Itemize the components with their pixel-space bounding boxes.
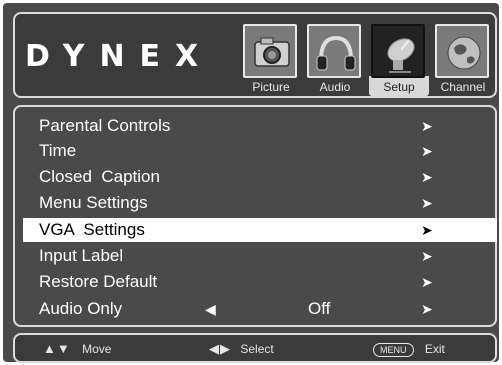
menu-item-label: Audio Only [39,299,123,318]
chevron-right-icon: ➤ [421,195,433,211]
chevron-right-icon: ➤ [421,169,433,185]
tab-setup[interactable]: Setup [369,22,429,96]
left-right-arrows-icon: ◀▶ [209,341,231,356]
menu-item-audio-only[interactable]: Audio Only ◀ Off ➤ [25,297,495,321]
menu-item-closed-caption[interactable]: Closed Caption ➤ [25,165,495,189]
tab-label: Picture [252,80,290,94]
menu-item-vga-settings[interactable]: VGA Settings ➤ [23,218,497,242]
headphones-icon [307,24,361,78]
chevron-right-icon[interactable]: ➤ [421,297,433,321]
menu-item-label: Menu Settings [39,193,148,212]
tab-label: Setup [383,80,415,94]
chevron-right-icon: ➤ [421,222,433,238]
menu-item-parental-controls[interactable]: Parental Controls ➤ [25,114,495,138]
brand-logo: DYNEX [25,39,214,74]
menu-item-input-label[interactable]: Input Label ➤ [25,244,495,268]
chevron-left-icon[interactable]: ◀ [205,297,216,321]
menu-item-label: Input Label [39,246,124,265]
chevron-right-icon: ➤ [421,143,433,159]
tab-picture[interactable]: Picture [241,22,301,96]
menu-item-label: Closed Caption [39,167,160,186]
camera-icon [243,24,297,78]
globe-icon [435,24,489,78]
menu-item-menu-settings[interactable]: Menu Settings ➤ [25,191,495,215]
menu-item-time[interactable]: Time ➤ [25,139,495,163]
up-down-arrows-icon: ▲▼ [43,341,71,356]
hint-exit: MENU Exit [373,341,445,357]
tab-channel[interactable]: Channel [433,22,493,96]
menu-item-label: Time [39,141,77,160]
header-bar: DYNEX Picture Audio Setup Channel [13,12,497,98]
hint-label: Exit [424,342,445,356]
hint-label: Move [82,342,112,356]
hint-label: Select [240,342,274,356]
setup-menu: Parental Controls ➤ Time ➤ Closed Captio… [13,105,497,327]
footer-hints: ▲▼ Move ◀▶ Select MENU Exit [13,333,497,363]
tab-label: Audio [319,80,351,94]
menu-key-icon: MENU [373,343,414,357]
tv-osd-screen: DYNEX Picture Audio Setup Channel Parent… [3,3,499,363]
audio-only-value: Off [308,299,331,318]
satellite-dish-icon [371,24,425,78]
chevron-right-icon: ➤ [421,274,433,290]
hint-select: ◀▶ Select [209,341,274,357]
menu-item-restore-default[interactable]: Restore Default ➤ [25,270,495,294]
chevron-right-icon: ➤ [421,248,433,264]
chevron-right-icon: ➤ [421,118,433,134]
menu-item-label: VGA Settings [39,220,145,239]
tab-label: Channel [440,80,486,94]
menu-item-label: Restore Default [39,272,158,291]
tab-audio[interactable]: Audio [305,22,365,96]
hint-move: ▲▼ Move [43,341,111,357]
menu-item-label: Parental Controls [39,116,171,135]
